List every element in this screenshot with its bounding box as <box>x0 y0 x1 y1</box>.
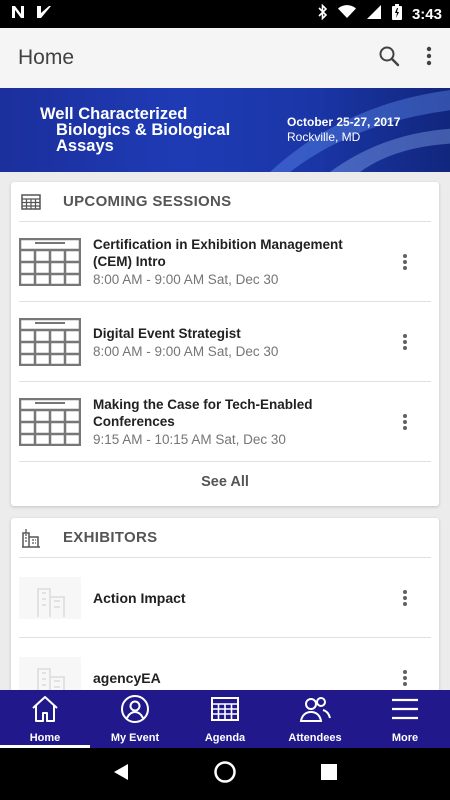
signal-icon <box>366 4 382 24</box>
people-icon <box>299 695 331 728</box>
event-banner[interactable]: Well Characterized Biologics & Biologica… <box>0 88 450 172</box>
bottom-navigation: Home My Event Agenda Attendees More <box>0 690 450 748</box>
wifi-icon <box>337 4 356 24</box>
session-time: 8:00 AM - 9:00 AM Sat, Dec 30 <box>93 272 279 287</box>
page-title: Home <box>18 46 75 69</box>
person-icon <box>120 695 150 728</box>
search-icon[interactable] <box>378 45 400 72</box>
building-icon <box>21 528 43 548</box>
clock: 3:43 <box>411 5 442 23</box>
session-calendar-icon <box>19 237 81 286</box>
nav-label: More <box>391 732 419 744</box>
notification-check-icon <box>36 5 52 24</box>
session-time: 9:15 AM - 10:15 AM Sat, Dec 30 <box>93 432 286 447</box>
upcoming-sessions-header: UPCOMING SESSIONS <box>19 182 431 222</box>
session-item[interactable]: Making the Case for Tech-Enabled Confere… <box>19 382 431 462</box>
session-title: Digital Event Strategist <box>93 325 241 341</box>
exhibitor-more-icon[interactable] <box>397 586 413 610</box>
calendar-icon <box>21 192 43 212</box>
nav-attendees[interactable]: Attendees <box>270 690 360 748</box>
nav-label: Agenda <box>204 732 246 744</box>
nav-label: Home <box>29 732 61 744</box>
see-all-button[interactable]: See All <box>11 462 439 502</box>
nav-my-event[interactable]: My Event <box>90 690 180 748</box>
nav-agenda[interactable]: Agenda <box>180 690 270 748</box>
session-title: Making the Case for Tech-Enabled Confere… <box>93 397 313 429</box>
battery-icon <box>391 3 402 25</box>
notification-n-icon <box>10 5 26 24</box>
nav-label: Attendees <box>288 732 342 744</box>
exhibitor-name: agencyEA <box>93 669 161 686</box>
banner-date: October 25-27, 2017 <box>287 115 401 129</box>
app-bar: Home <box>0 28 450 88</box>
session-more-icon[interactable] <box>397 410 413 434</box>
calendar-icon <box>210 695 240 728</box>
session-item[interactable]: Certification in Exhibition Management (… <box>19 222 431 302</box>
home-icon <box>30 695 60 728</box>
session-title: Certification in Exhibition Management (… <box>93 237 343 269</box>
upcoming-sessions-card: UPCOMING SESSIONS Certification in Exhib… <box>11 182 439 506</box>
session-more-icon[interactable] <box>397 250 413 274</box>
exhibitors-header: EXHIBITORS <box>19 518 431 558</box>
bluetooth-icon <box>318 3 328 25</box>
status-bar: 3:43 <box>0 0 450 28</box>
session-time: 8:00 AM - 9:00 AM Sat, Dec 30 <box>93 343 279 359</box>
section-title: EXHIBITORS <box>63 529 158 546</box>
recents-icon[interactable] <box>320 763 338 786</box>
menu-icon <box>390 695 420 728</box>
exhibitor-more-icon[interactable] <box>397 666 413 690</box>
session-calendar-icon <box>19 317 81 366</box>
exhibitor-item[interactable]: Action Impact <box>19 558 431 638</box>
back-icon[interactable] <box>112 763 130 786</box>
section-title: UPCOMING SESSIONS <box>63 193 232 210</box>
exhibitor-logo-placeholder <box>19 576 81 619</box>
session-more-icon[interactable] <box>397 330 413 354</box>
nav-home[interactable]: Home <box>0 690 90 748</box>
system-navigation-bar <box>0 748 450 800</box>
banner-location: Rockville, MD <box>287 130 361 144</box>
home-circle-icon[interactable] <box>213 760 237 789</box>
exhibitor-name: Action Impact <box>93 589 186 606</box>
nav-more[interactable]: More <box>360 690 450 748</box>
session-calendar-icon <box>19 397 81 446</box>
overflow-menu-icon[interactable] <box>426 46 432 71</box>
exhibitors-card: EXHIBITORS Action Impact agencyEA <box>11 518 439 718</box>
session-item[interactable]: Digital Event Strategist 8:00 AM - 9:00 … <box>19 302 431 382</box>
nav-label: My Event <box>110 732 160 744</box>
banner-title: Well Characterized Biologics & Biologica… <box>40 105 231 155</box>
